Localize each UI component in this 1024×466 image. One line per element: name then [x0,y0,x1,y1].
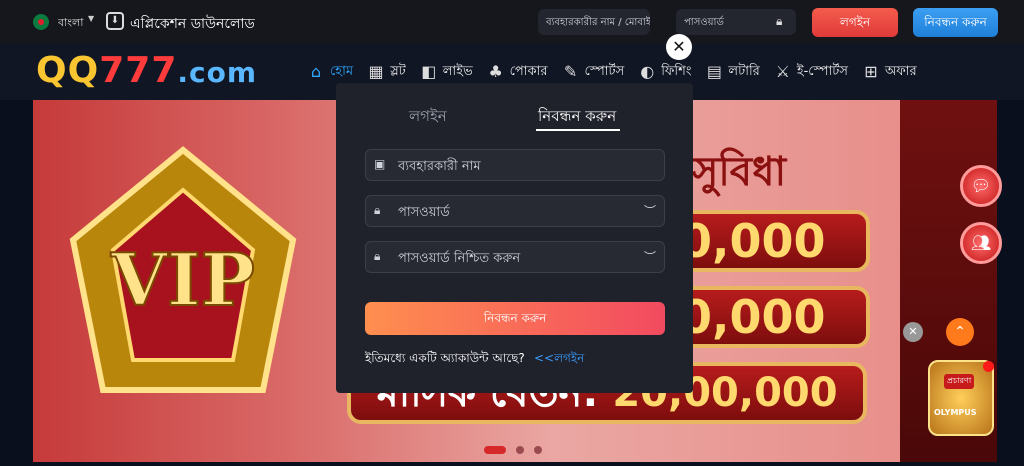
lock-icon: 🔒︎ [776,14,783,28]
sports-icon: ✎ [563,62,578,81]
esports-icon: ⚔ [775,62,791,81]
fishing-icon: ◐ [640,62,655,81]
nav-item-esports[interactable]: ⚔ ই-স্পোর্টস [773,62,848,83]
app-download-link[interactable]: এপ্লিকেশন ডাউনলোড [130,12,255,36]
carousel-dot[interactable] [484,446,506,454]
lock-icon: 🔒︎ [374,203,381,217]
active-tab-indicator [536,129,620,131]
scroll-top-icon[interactable]: ⌃ [946,318,974,346]
nav-label: ফিশিং [661,63,692,79]
chevron-down-icon[interactable]: ▼ [88,14,94,23]
login-link[interactable]: <<লগইন [534,350,584,370]
lottery-icon: ▤ [706,62,722,81]
language-selector[interactable]: বাংলা [58,14,83,33]
nav-label: পোকার [509,63,548,79]
password-placeholder: পাসওয়ার্ড [398,205,450,220]
have-account-text: ইতিমধ্যে একটি অ্যাকাউন্ট আছে? [365,351,525,365]
app-download-icon[interactable]: ⬇ [106,12,124,30]
carousel-dot[interactable] [534,446,542,454]
eye-closed-icon[interactable]: ︶ [644,202,656,219]
nav-label: লটারি [728,63,760,79]
nav-label: স্পোর্টস [584,63,625,79]
nav-item-slot[interactable]: ▦ স্লট [366,62,406,83]
slot-icon: ▦ [368,62,384,81]
chat-support-icon[interactable]: 💬︎ [960,165,1002,207]
tab-register[interactable]: নিবন্ধন করুন [538,105,616,130]
top-bar: বাংলা ▼ ⬇ এপ্লিকেশন ডাউনলোড ব্যবহারকারীর… [0,0,1024,44]
nav-label: লাইভ [442,63,473,79]
nav-item-fishing[interactable]: ◐ ফিশিং [637,62,691,83]
nav-item-lottery[interactable]: ▤ লটারি [704,62,760,83]
olympus-promo-badge[interactable] [928,360,994,436]
offer-icon: ⊞ [864,62,878,81]
carousel-dots [484,446,542,454]
confirm-password-placeholder: পাসওয়ার্ড নিশ্চিত করুন [398,251,521,266]
logo-part-qq: QQ [36,50,100,91]
vip-text: VIP [110,237,255,322]
nav-label: স্লট [390,63,406,79]
password-field[interactable]: 🔒︎ পাসওয়ার্ড ︶ [365,195,665,227]
promo-title: OLYMPUS [934,408,977,417]
logo-part-com: .com [177,56,258,89]
nav-item-sports[interactable]: ✎ স্পোর্টস [561,62,625,83]
login-button[interactable]: লগইন [812,8,898,37]
vip-badge-image: VIP [69,146,297,393]
nav-label: অফার [884,63,917,79]
poker-icon: ♣ [488,62,503,81]
nav-item-home[interactable]: ⌂ হোম [306,62,353,83]
register-button[interactable]: নিবন্ধন করুন [913,8,998,37]
username-field[interactable]: ▣ ব্যবহারকারী নাম [365,149,665,181]
notification-dot [983,361,994,372]
username-input[interactable]: ব্যবহারকারীর নাম / মোবাইল [538,9,650,35]
lock-icon: 🔒︎ [374,249,381,263]
live-icon: ◧ [421,62,437,81]
tab-login[interactable]: লগইন [409,105,447,130]
nav-label: ই-স্পোর্টস [796,63,848,79]
nav-label: হোম [330,63,354,79]
username-placeholder: ব্যবহারকারী নাম [398,159,481,174]
site-logo[interactable]: QQ777.com [36,50,257,91]
logo-part-777: 777 [99,50,178,91]
nav-item-live[interactable]: ◧ লাইভ [419,62,473,83]
bangladesh-flag-icon[interactable] [33,14,49,30]
confirm-password-field[interactable]: 🔒︎ পাসওয়ার্ড নিশ্চিত করুন ︶ [365,241,665,273]
modal-close-icon[interactable]: ✕ [666,34,692,60]
register-submit-button[interactable]: নিবন্ধন করুন [365,302,665,335]
referral-icon[interactable]: 👥︎ [960,222,1002,264]
close-icon[interactable]: ✕ [903,322,923,342]
promo-tag: প্রচারণা [944,374,975,389]
id-card-icon: ▣ [374,157,386,171]
home-icon: ⌂ [310,62,322,81]
nav-item-poker[interactable]: ♣ পোকার [486,62,548,83]
eye-closed-icon[interactable]: ︶ [644,248,656,265]
nav-item-offer[interactable]: ⊞ অফার [861,62,917,83]
carousel-dot[interactable] [516,446,524,454]
register-modal: লগইন নিবন্ধন করুন ▣ ব্যবহারকারী নাম 🔒︎ প… [336,83,693,393]
